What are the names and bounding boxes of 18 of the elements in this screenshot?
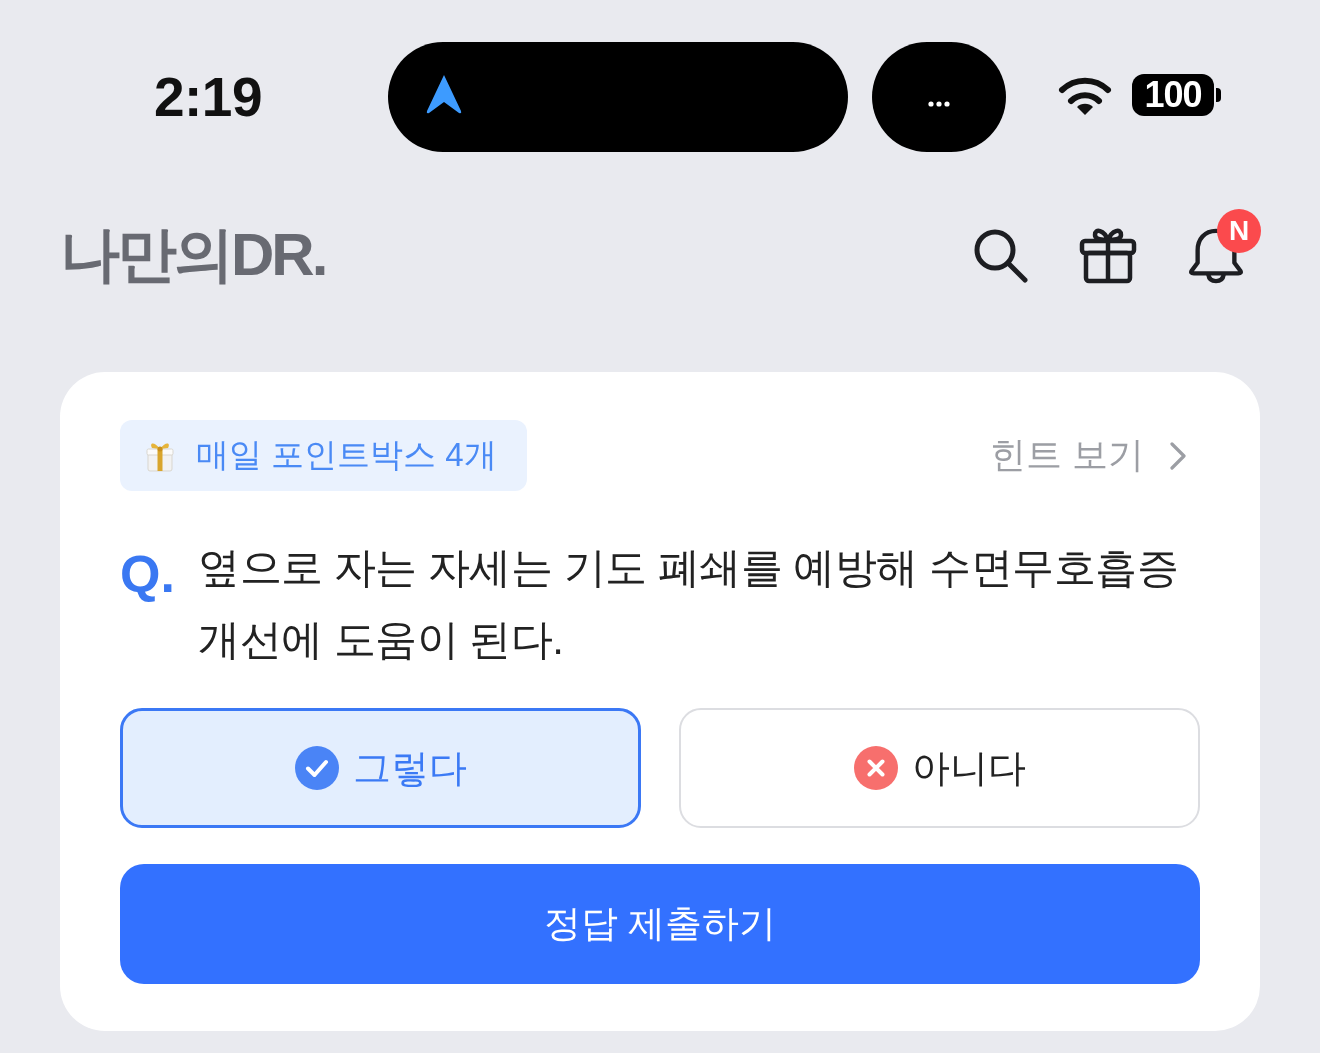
battery-indicator: 100: [1132, 74, 1221, 116]
navigation-arrow-icon: [425, 73, 463, 115]
answer-option[interactable]: 아니다: [679, 708, 1200, 828]
question-text: 옆으로 자는 자세는 기도 폐쇄를 예방해 수면무호흡증 개선에 도움이 된다.: [198, 543, 1179, 665]
gift-icon[interactable]: [1079, 226, 1137, 284]
points-label: 매일 포인트박스 4개: [196, 435, 497, 475]
answer-option[interactable]: 그렇다: [120, 708, 641, 828]
wifi-icon: [1058, 75, 1112, 115]
notification-badge: N: [1217, 209, 1261, 253]
hint-link[interactable]: 힌트 보기: [990, 431, 1186, 480]
chevron-right-icon: [1170, 441, 1186, 470]
app-logo: 나만의DR.: [60, 225, 326, 285]
close-circle-icon: [853, 746, 898, 790]
submit-answer-button[interactable]: 정답 제출하기: [120, 864, 1200, 984]
question-marker: Q.: [120, 544, 176, 605]
ellipsis-icon: [928, 101, 950, 107]
check-circle-icon: [294, 746, 339, 790]
clock-time: 2:19: [153, 69, 263, 125]
